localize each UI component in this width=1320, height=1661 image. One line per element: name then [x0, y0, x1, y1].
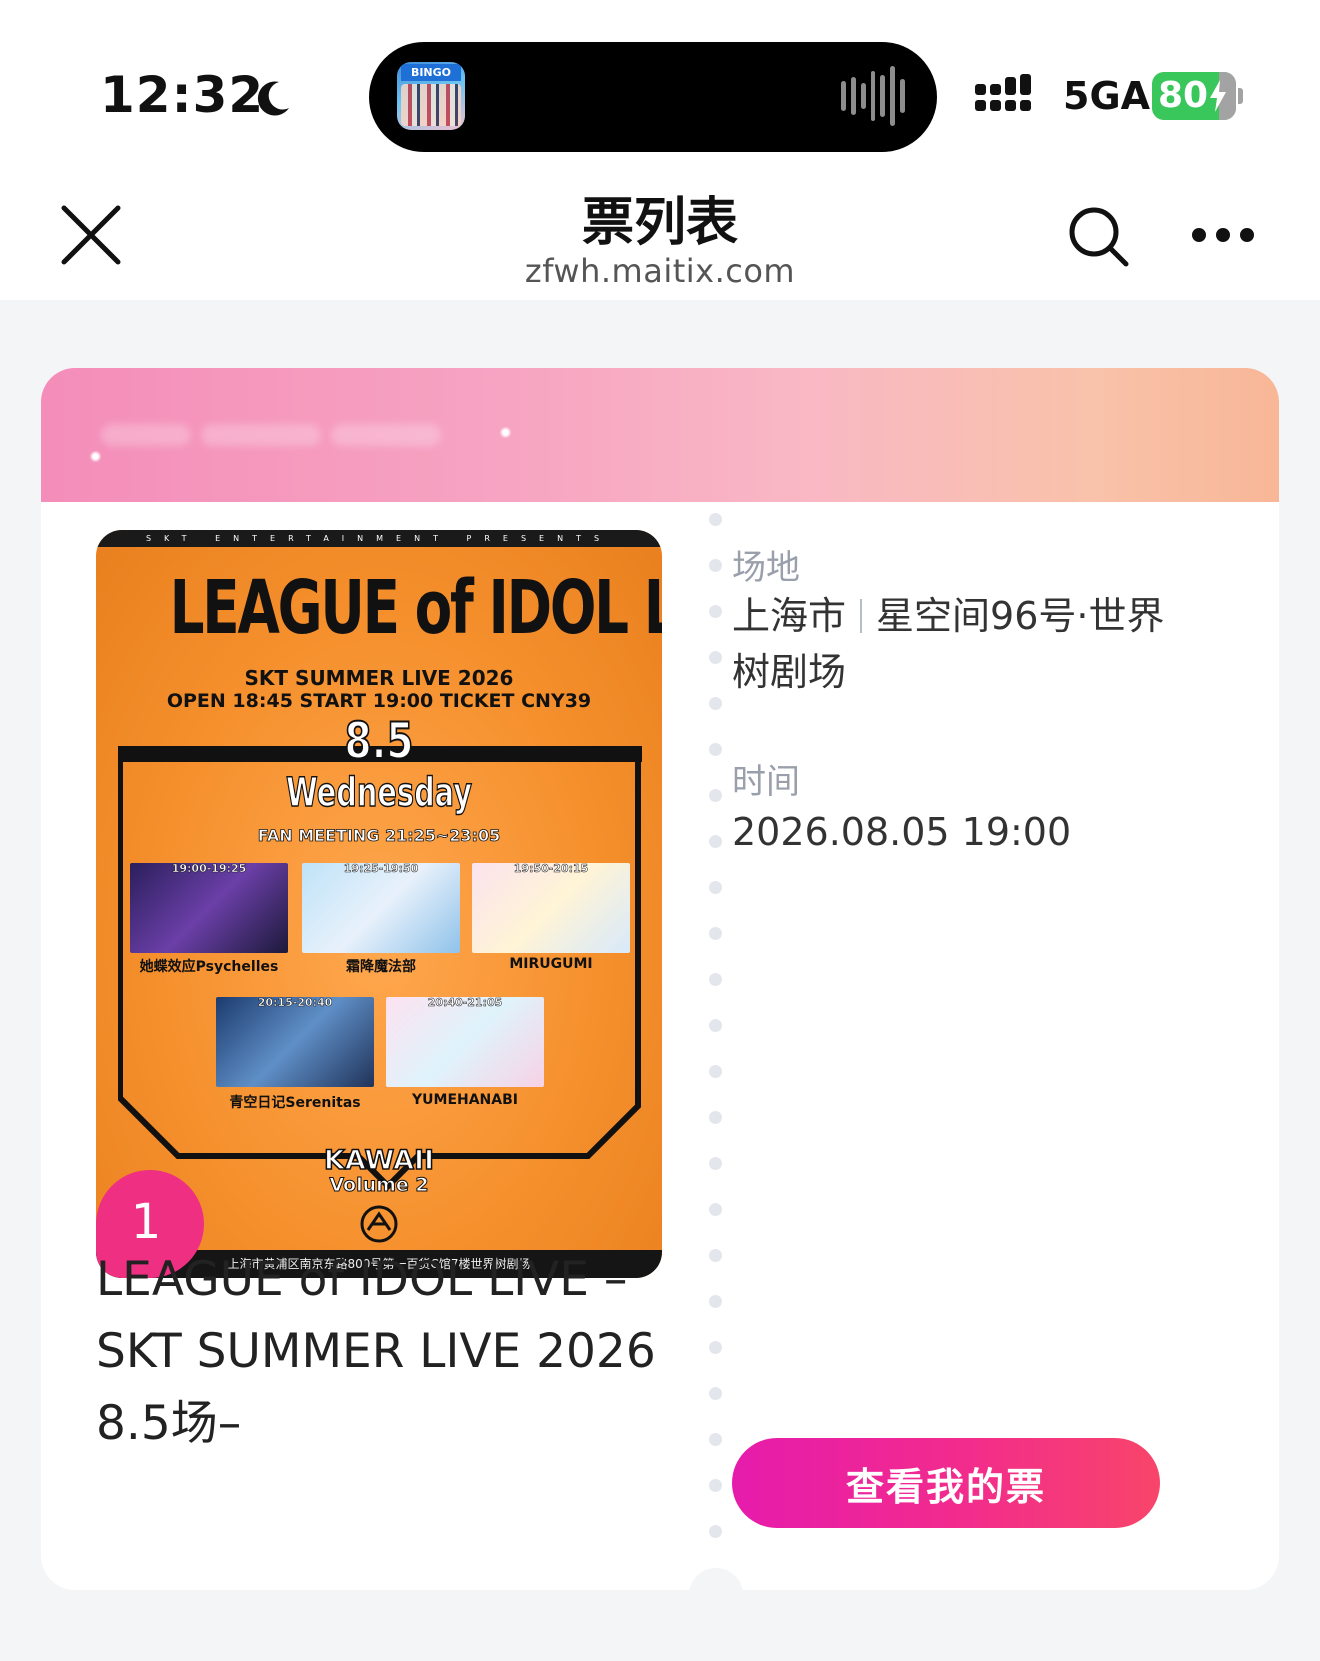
perforation-dot: [709, 651, 722, 664]
venue-value: 上海市 星空间96号·世界树剧场: [732, 588, 1172, 700]
poster-fan-meeting: FAN MEETING 21:25~23:05: [257, 826, 501, 846]
act-name: YUMEHANABI: [412, 1092, 518, 1108]
act-photo: 20:40-21:05: [386, 997, 544, 1087]
dynamic-island[interactable]: BINGO: [369, 42, 937, 152]
event-poster[interactable]: SKT ENTERTAINMENT PRESENTS LEAGUE of IDO…: [96, 530, 662, 1278]
poster-title: LEAGUE of IDOL LIVE: [169, 565, 662, 651]
rank-number: 1: [130, 1194, 162, 1250]
act-time: 19:00-19:25: [171, 863, 247, 875]
act-name: MIRUGUMI: [509, 956, 593, 972]
perforation-dot: [709, 1479, 722, 1492]
time-value: 2026.08.05 19:00: [732, 810, 1072, 854]
act-time: 20:40-21:05: [427, 997, 503, 1009]
audio-wave-icon: [841, 65, 906, 127]
island-app-icon[interactable]: BINGO: [397, 62, 465, 130]
act-time: 19:50-20:15: [513, 863, 589, 875]
perforation-dot: [709, 697, 722, 710]
perforation-dot: [709, 927, 722, 940]
status-time: 12:32: [100, 66, 265, 124]
act-photo: 19:00-19:25: [130, 863, 288, 953]
perforation-dot: [709, 1203, 722, 1216]
island-app-artwork: [401, 84, 461, 126]
ticket-notch: [689, 1568, 743, 1590]
act-photo: 19:25-19:50: [302, 863, 460, 953]
event-title[interactable]: LEAGUE of IDOL LIVE –SKT SUMMER LIVE 202…: [96, 1244, 676, 1460]
perforation-dot: [709, 743, 722, 756]
venue-separator: [860, 599, 863, 633]
poster-subtitle: SKT SUMMER LIVE 2026: [244, 666, 514, 690]
perforation-dot: [709, 789, 722, 802]
poster-weekday: Wednesday: [285, 769, 473, 817]
more-icon[interactable]: [1192, 220, 1264, 250]
poster-top-strip: SKT ENTERTAINMENT PRESENTS: [96, 530, 662, 547]
search-icon[interactable]: [1064, 202, 1132, 270]
island-app-tag: BINGO: [401, 64, 461, 81]
perforation-dot: [709, 835, 722, 848]
act-time: 19:25-19:50: [343, 863, 419, 875]
perforation-dot: [709, 559, 722, 572]
act-photo: 19:50-20:15: [472, 863, 630, 953]
perforation-dot: [709, 1157, 722, 1170]
perforation-dot: [709, 1019, 722, 1032]
battery-indicator: 80: [1152, 72, 1243, 120]
venue-label: 场地: [732, 548, 800, 588]
moon-icon: [257, 81, 289, 116]
act-name: 霜降魔法部: [346, 959, 416, 975]
act-name: 她蝶效应Psychelles: [139, 959, 279, 975]
signal-icon: [975, 74, 1031, 111]
nav-bar: 票列表 zfwh.maitix.com: [0, 180, 1320, 300]
venue-city: 上海市: [732, 594, 847, 638]
perforation-dot: [709, 1249, 722, 1262]
status-bar: 12:32 BINGO 5GA 80: [0, 0, 1320, 180]
blurred-header-text: [91, 404, 511, 466]
perforation-dot: [709, 1387, 722, 1400]
ticket-card-header: [41, 368, 1279, 502]
perforation-dot: [709, 1341, 722, 1354]
bolt-icon: [1210, 80, 1226, 112]
perforation-dot: [709, 973, 722, 986]
perforation-divider: [709, 513, 723, 1590]
perforation-dot: [709, 605, 722, 618]
view-my-ticket-button[interactable]: 查看我的票: [732, 1438, 1160, 1528]
network-type: 5GA: [1063, 74, 1151, 118]
perforation-dot: [709, 1525, 722, 1538]
perforation-dot: [709, 1433, 722, 1446]
time-label: 时间: [732, 762, 800, 802]
organizer-logo-icon: [360, 1205, 398, 1243]
perforation-dot: [709, 881, 722, 894]
perforation-dot: [709, 513, 722, 526]
act-time: 20:15-20:40: [257, 997, 333, 1009]
act-name: 青空日记Serenitas: [229, 1095, 361, 1111]
act-photo: 20:15-20:40: [216, 997, 374, 1087]
battery-level: 80: [1158, 75, 1209, 116]
perforation-dot: [709, 1111, 722, 1124]
poster-date: 8.5: [344, 712, 415, 770]
poster-kawaii: KAWAII: [323, 1145, 435, 1177]
perforation-dot: [709, 1295, 722, 1308]
poster-schedule: OPEN 18:45 START 19:00 TICKET CNY39: [166, 690, 592, 712]
ticket-card[interactable]: SKT ENTERTAINMENT PRESENTS LEAGUE of IDO…: [41, 368, 1279, 1590]
perforation-dot: [709, 1065, 722, 1078]
